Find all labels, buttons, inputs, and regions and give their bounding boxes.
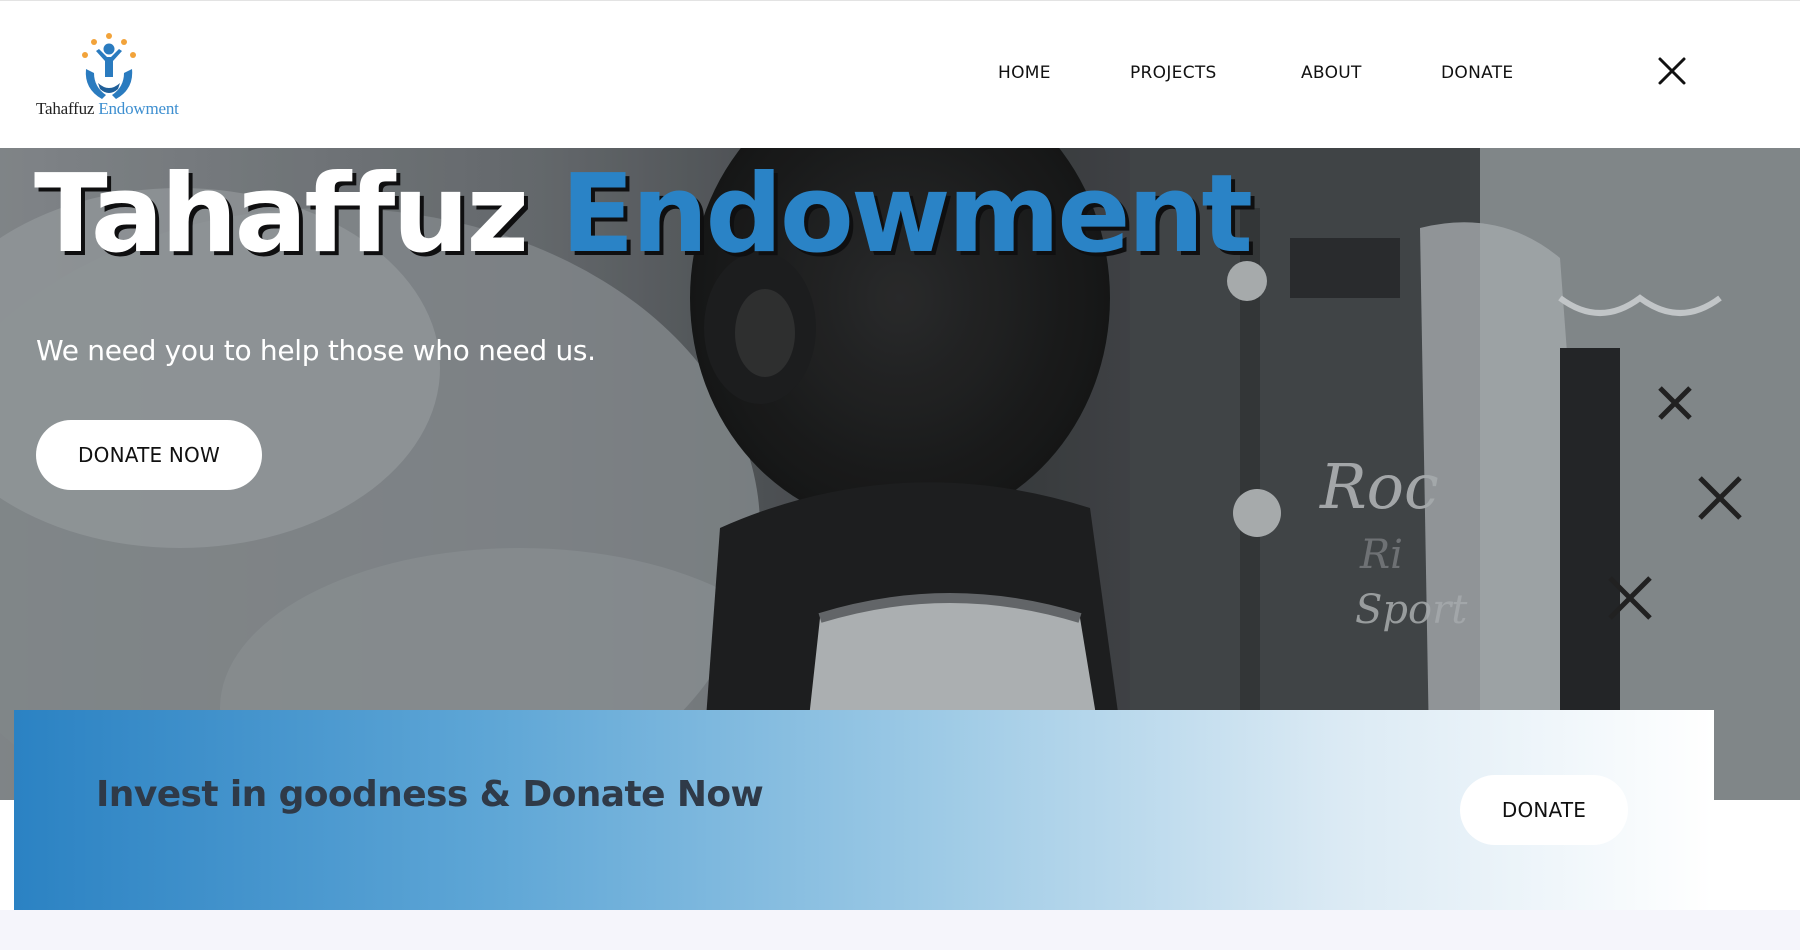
nav-item-home[interactable]: HOME bbox=[998, 63, 1051, 83]
hero-title-part1: Tahaffuz bbox=[34, 152, 529, 277]
banner-text: Invest in goodness & Donate Now bbox=[96, 774, 764, 815]
logo-text-part1: Tahaffuz bbox=[36, 99, 95, 118]
bottom-background-strip bbox=[0, 910, 1800, 950]
logo-text-part2: Endowment bbox=[98, 99, 179, 118]
page: Roc Ri Sport Tahaffuz Endowment We need … bbox=[0, 0, 1800, 950]
main-nav: HOME PROJECTS ABOUT DONATE bbox=[0, 63, 1800, 93]
donate-now-button[interactable]: DONATE NOW bbox=[36, 420, 262, 490]
hero-subtitle: We need you to help those who need us. bbox=[36, 334, 596, 367]
close-icon[interactable] bbox=[1657, 56, 1687, 86]
nav-item-about[interactable]: ABOUT bbox=[1301, 63, 1362, 83]
site-header: Tahaffuz Endowment HOME PROJECTS ABOUT D… bbox=[0, 0, 1800, 148]
logo-text: Tahaffuz Endowment bbox=[36, 99, 226, 119]
nav-item-projects[interactable]: PROJECTS bbox=[1130, 63, 1217, 83]
hero-title: Tahaffuz Endowment bbox=[34, 155, 1253, 275]
banner-donate-button[interactable]: DONATE bbox=[1460, 775, 1628, 845]
hero-section: Roc Ri Sport Tahaffuz Endowment We need … bbox=[0, 148, 1800, 800]
nav-item-donate[interactable]: DONATE bbox=[1441, 63, 1513, 83]
hero-title-part2: Endowment bbox=[560, 152, 1253, 277]
donate-banner: Invest in goodness & Donate Now DONATE bbox=[14, 710, 1714, 910]
